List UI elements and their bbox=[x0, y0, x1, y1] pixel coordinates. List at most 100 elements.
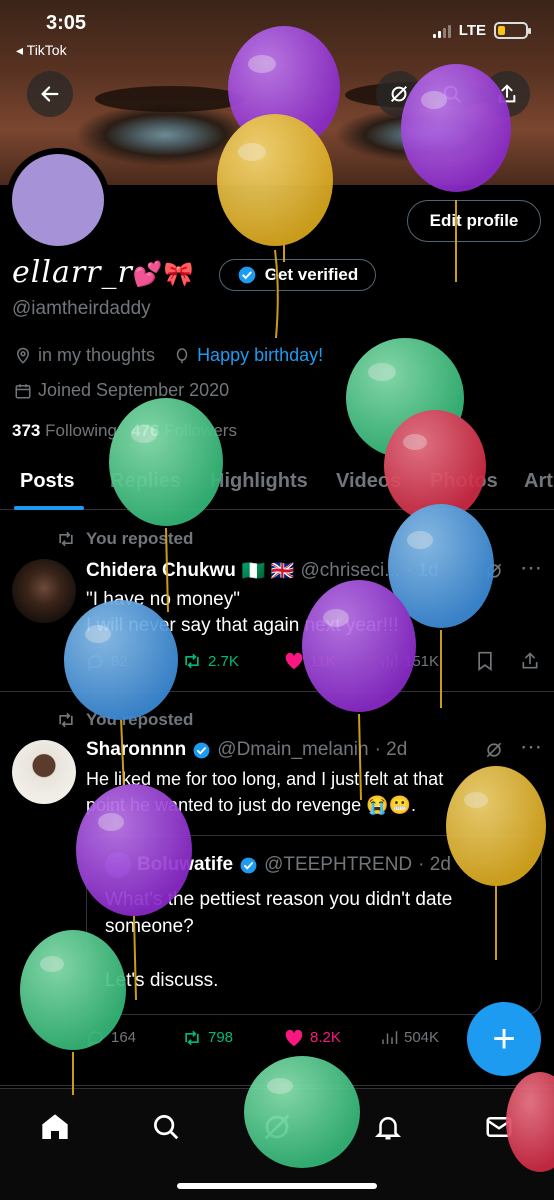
views-icon bbox=[382, 654, 398, 667]
quoted-post[interactable]: Boluwatife @TEEPHTREND · 2d What's the p… bbox=[86, 835, 542, 1015]
post-header: Chidera Chukwu 🇳🇬 🇬🇧 @chriseci... · 1d bbox=[86, 559, 439, 583]
like-button[interactable]: 11K bbox=[284, 652, 380, 670]
grok-post-icon[interactable] bbox=[484, 561, 504, 581]
quoted-text-line: What's the pettiest reason you didn't da… bbox=[105, 889, 453, 910]
quoted-post-text: What's the pettiest reason you didn't da… bbox=[105, 886, 452, 994]
more-options-icon[interactable]: ⋯ bbox=[520, 734, 542, 760]
get-verified-button[interactable]: Get verified bbox=[219, 259, 376, 291]
post-author-avatar[interactable] bbox=[12, 559, 76, 623]
quoted-text-line: Let's discuss. bbox=[105, 970, 219, 991]
views-count: 504K bbox=[404, 1029, 440, 1046]
quoted-author-name: Boluwatife bbox=[137, 854, 234, 875]
post-actions: 82 2.7K 11K 151K bbox=[86, 651, 540, 671]
notifications-icon bbox=[374, 1117, 402, 1140]
reply-button[interactable]: 164 bbox=[86, 1028, 182, 1047]
battery-icon bbox=[494, 22, 531, 39]
post-time: · 1d bbox=[406, 560, 439, 581]
status-time: 3:05 bbox=[46, 12, 87, 34]
home-icon bbox=[42, 1114, 68, 1139]
reply-count: 164 bbox=[111, 1029, 137, 1046]
nav-home[interactable] bbox=[35, 1107, 75, 1147]
repost-button[interactable]: 2.7K bbox=[182, 652, 284, 670]
views-icon bbox=[382, 1030, 398, 1044]
post-author-handle[interactable]: @chriseci... bbox=[301, 560, 401, 582]
search-icon bbox=[154, 1115, 179, 1140]
post-time: · 2d bbox=[374, 739, 408, 760]
get-verified-label: Get verified bbox=[264, 265, 359, 284]
post-author-flags: 🇳🇬 🇬🇧 bbox=[241, 561, 295, 582]
back-to-app-link[interactable]: ◂ TikTok bbox=[16, 42, 67, 59]
reply-count: 82 bbox=[111, 652, 128, 670]
like-count: 11K bbox=[310, 652, 336, 670]
quoted-post-time: · 2d bbox=[418, 854, 451, 875]
avatar-image bbox=[12, 154, 104, 246]
nav-grok[interactable] bbox=[257, 1107, 297, 1147]
banner-brow-left bbox=[95, 86, 245, 112]
home-indicator bbox=[177, 1183, 377, 1189]
share-icon[interactable] bbox=[520, 651, 540, 671]
grok-button[interactable] bbox=[376, 71, 422, 117]
back-button[interactable] bbox=[27, 71, 73, 117]
following-count: 373 bbox=[12, 421, 41, 440]
tab-posts[interactable]: Posts bbox=[20, 470, 74, 493]
edit-profile-button[interactable]: Edit profile bbox=[407, 200, 541, 242]
like-button[interactable]: 8.2K bbox=[284, 1029, 380, 1047]
profile-handle: @iamtheirdaddy bbox=[12, 298, 151, 319]
followers-count: 476 bbox=[131, 421, 160, 440]
post-text: "I have no money" I will never say that … bbox=[86, 587, 399, 639]
repost-count: 798 bbox=[208, 1029, 234, 1046]
tab-replies[interactable]: Replies bbox=[110, 470, 181, 493]
reply-button[interactable]: 82 bbox=[86, 652, 182, 671]
quoted-post-header: Boluwatife @TEEPHTREND · 2d bbox=[105, 852, 451, 878]
reply-icon bbox=[88, 1031, 103, 1047]
tab-photos[interactable]: Photos bbox=[430, 470, 498, 493]
followers-link[interactable]: 476 Followers bbox=[131, 421, 237, 440]
bookmark-icon[interactable] bbox=[476, 651, 494, 671]
profile-avatar[interactable] bbox=[6, 148, 110, 252]
repost-button[interactable]: 798 bbox=[182, 1029, 284, 1047]
compose-button[interactable]: + bbox=[467, 1002, 541, 1076]
nav-messages[interactable] bbox=[479, 1107, 519, 1147]
profile-tabs: Posts Replies Highlights Videos Photos A… bbox=[0, 458, 554, 510]
search-button[interactable] bbox=[429, 71, 475, 117]
grok-icon bbox=[264, 1114, 290, 1140]
followers-label: Followers bbox=[164, 421, 237, 440]
location-icon bbox=[16, 347, 30, 364]
post-text-line: He liked me for too long, and I just fel… bbox=[86, 769, 444, 789]
repost-icon bbox=[59, 531, 73, 547]
following-link[interactable]: 373 Following bbox=[12, 421, 117, 440]
nav-search[interactable] bbox=[146, 1107, 186, 1147]
tab-articles[interactable]: Art bbox=[524, 470, 553, 493]
profile-joined-row: Joined September 2020 bbox=[14, 380, 229, 401]
quoted-text-spacer bbox=[105, 940, 452, 967]
post-item[interactable]: You reposted Chidera Chukwu 🇳🇬 🇬🇧 @chris… bbox=[0, 511, 554, 692]
tab-videos[interactable]: Videos bbox=[336, 470, 401, 493]
arrow-left-icon bbox=[41, 86, 59, 102]
following-label: Following bbox=[45, 421, 117, 440]
grok-post-icon[interactable] bbox=[484, 740, 504, 760]
post-author-avatar[interactable] bbox=[12, 740, 76, 804]
quoted-author-handle: @TEEPHTREND bbox=[264, 854, 413, 875]
views-count: 151K bbox=[404, 652, 440, 670]
heart-icon bbox=[285, 1029, 303, 1046]
repost-count: 2.7K bbox=[208, 652, 239, 670]
messages-icon bbox=[486, 1117, 512, 1137]
post-author-name[interactable]: Sharonnnn bbox=[86, 739, 186, 761]
verified-badge-icon bbox=[193, 742, 210, 758]
more-options-icon[interactable]: ⋯ bbox=[520, 555, 542, 581]
post-author-handle[interactable]: @Dmain_melanin bbox=[217, 739, 368, 761]
repost-label: You reposted bbox=[86, 529, 194, 548]
display-name-text: ellarr_r bbox=[12, 255, 133, 290]
post-author-name[interactable]: Chidera Chukwu bbox=[86, 560, 236, 582]
views-button[interactable]: 504K bbox=[380, 1029, 476, 1047]
signal-icon bbox=[432, 24, 451, 38]
views-button[interactable]: 151K bbox=[380, 652, 476, 670]
balloon-icon bbox=[176, 347, 188, 363]
status-indicators: LTE bbox=[432, 22, 531, 39]
nav-notifications[interactable] bbox=[368, 1107, 408, 1147]
repost-icon bbox=[185, 653, 199, 669]
tab-highlights[interactable]: Highlights bbox=[210, 470, 308, 493]
share-button[interactable] bbox=[484, 71, 530, 117]
quoted-text-line: someone? bbox=[105, 916, 194, 937]
profile-joined: Joined September 2020 bbox=[38, 380, 230, 400]
